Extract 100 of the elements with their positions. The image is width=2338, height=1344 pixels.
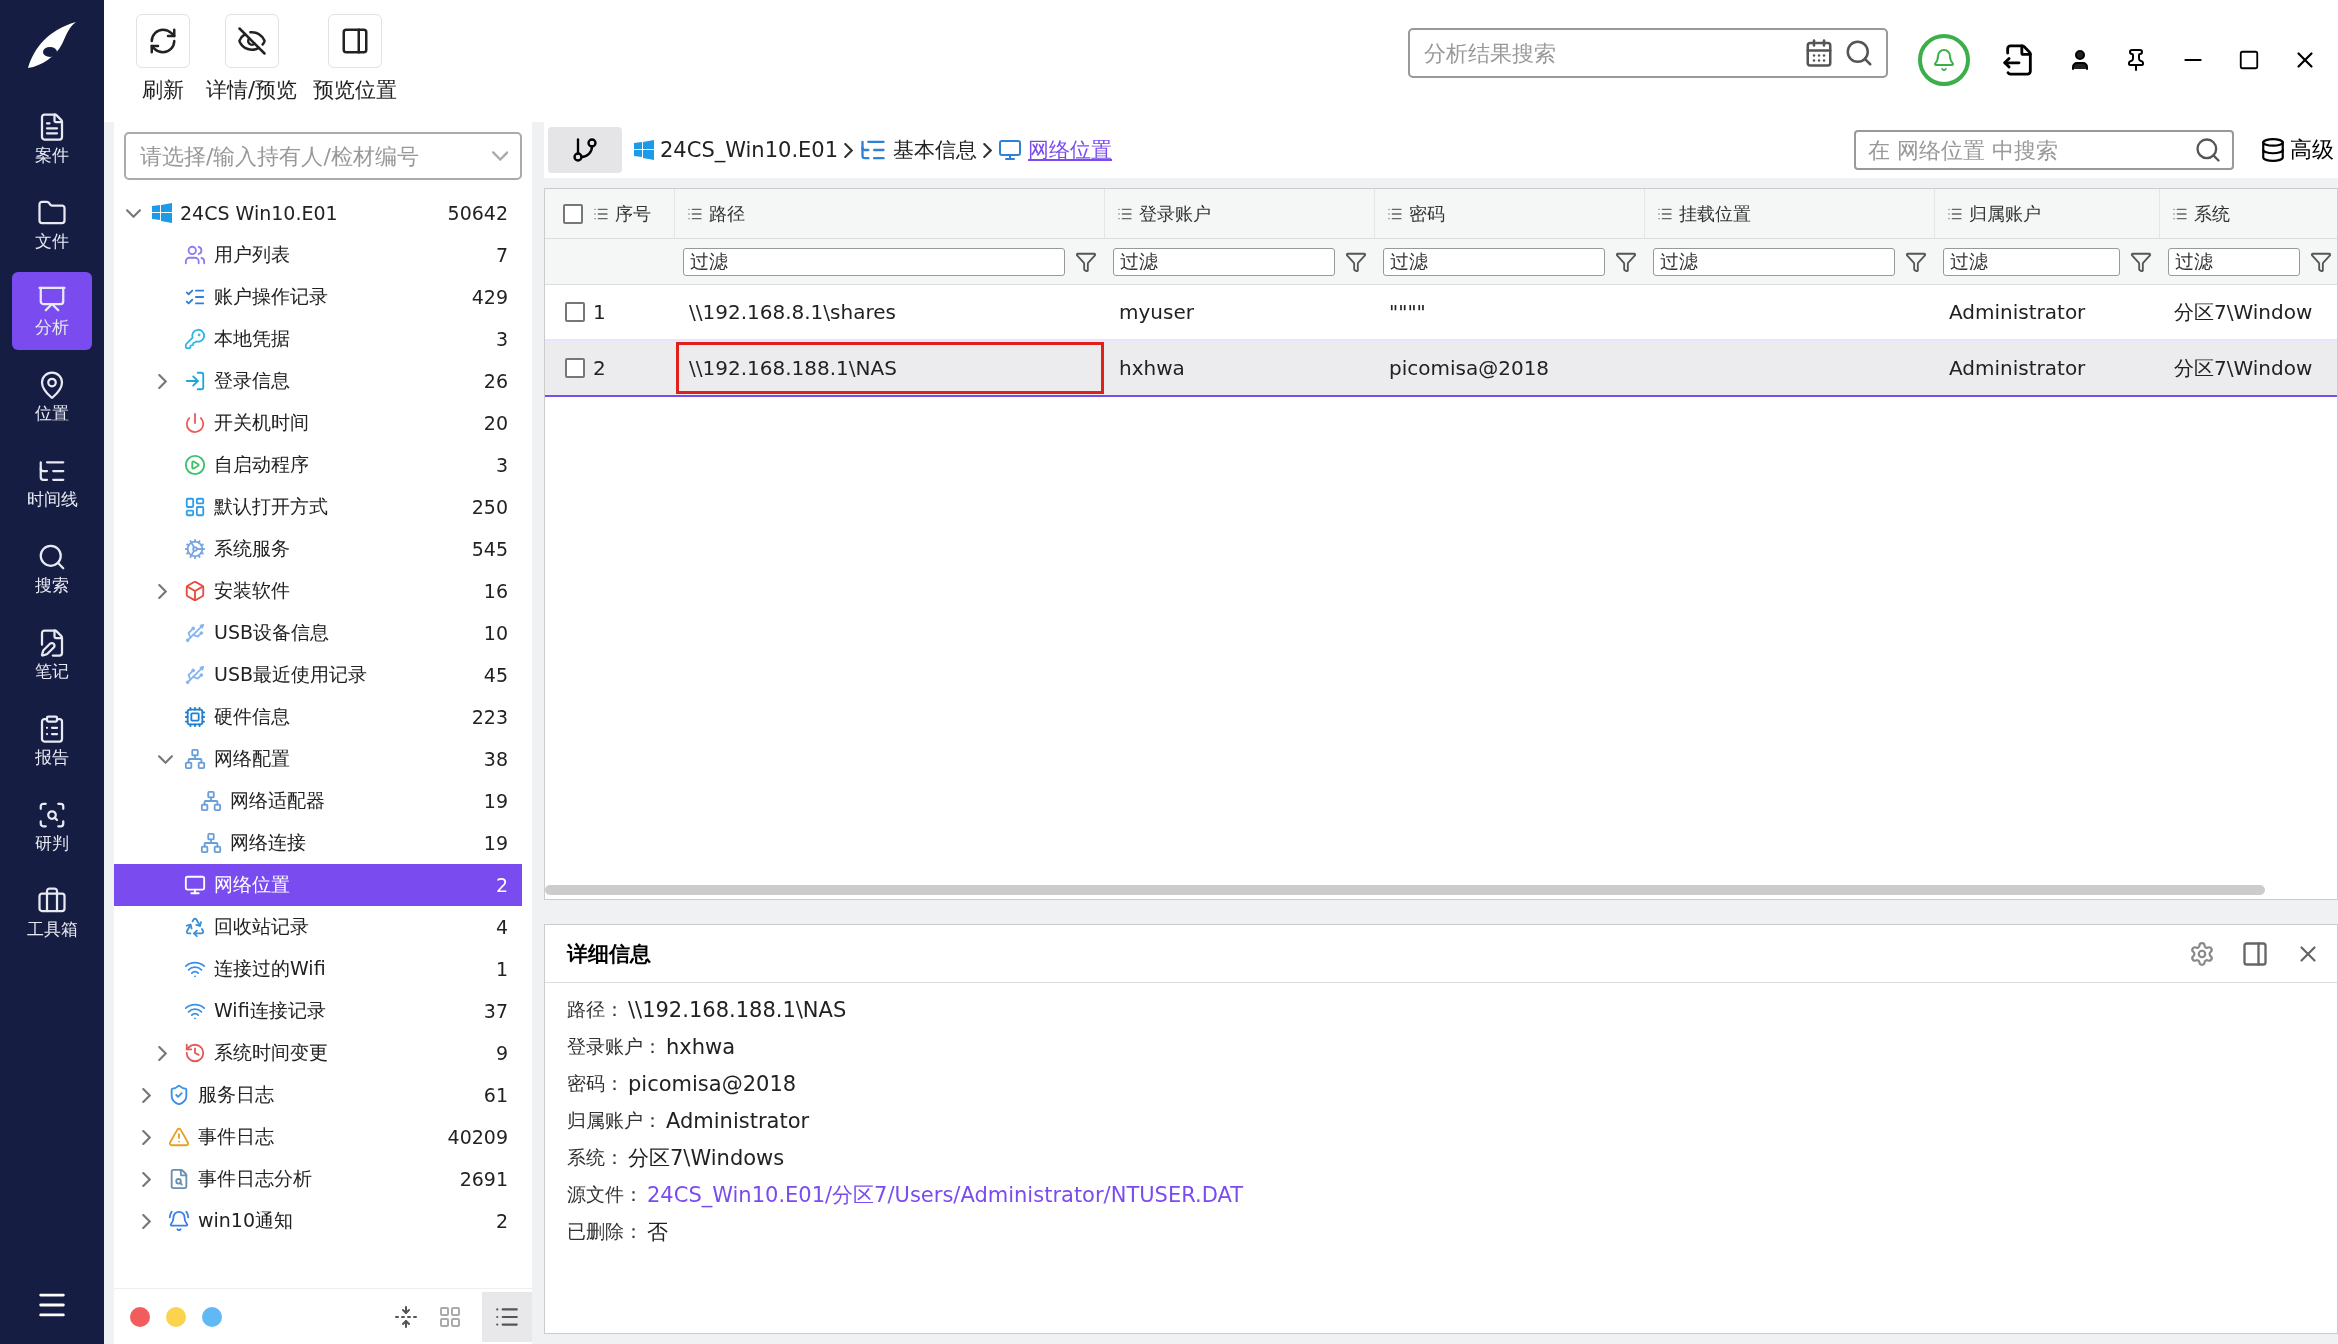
search-icon[interactable]	[1844, 38, 1874, 68]
table-search-field[interactable]: 在 网络位置 中搜索	[1866, 136, 2194, 164]
nav-item[interactable]: 研判	[12, 788, 92, 866]
tree-item[interactable]: 服务日志 61	[114, 1074, 522, 1116]
column-header[interactable]: 密码	[1375, 189, 1645, 238]
table-cell-text: myuser	[1118, 299, 1195, 326]
color-filter-dot[interactable]	[202, 1306, 222, 1327]
chevron-right-icon[interactable]	[142, 1171, 151, 1187]
maximize-icon[interactable]	[2238, 49, 2260, 71]
column-header[interactable]: 归属账户	[1935, 189, 2160, 238]
panel-icon[interactable]	[2241, 939, 2269, 968]
tree-item[interactable]: 账户操作记录 429	[114, 276, 522, 318]
search-field[interactable]: 分析结果搜索	[1422, 39, 1794, 67]
filter-icon[interactable]	[1075, 250, 1097, 273]
tree-item[interactable]: 安装软件 16	[114, 570, 522, 612]
field-label: 路径：	[567, 996, 624, 1022]
branch-button[interactable]	[548, 127, 622, 173]
color-filter-dot[interactable]	[130, 1306, 150, 1327]
advanced-search-button[interactable]: 高级	[2260, 135, 2334, 165]
filter-icon[interactable]	[1905, 250, 1927, 273]
chevron-down-icon[interactable]	[126, 208, 141, 218]
item-icon	[184, 244, 206, 266]
tree-item[interactable]: 网络配置 38	[114, 738, 522, 780]
tree-item[interactable]: 事件日志分析 2691	[114, 1158, 522, 1200]
tree-item[interactable]: 事件日志 40209	[114, 1116, 522, 1158]
nav-item[interactable]: 笔记	[12, 616, 92, 694]
tree-item[interactable]: 连接过的Wifi 1	[114, 948, 522, 990]
nav-item[interactable]: 分析	[12, 272, 92, 350]
toolbar-icon	[148, 26, 178, 56]
tree-item[interactable]: 自启动程序 3	[114, 444, 522, 486]
chevron-right-icon[interactable]	[142, 1087, 151, 1103]
chevron-right-icon[interactable]	[158, 1045, 167, 1061]
scrollbar[interactable]	[545, 885, 2265, 895]
color-filter-dot[interactable]	[166, 1306, 186, 1327]
chevron-right-icon[interactable]	[158, 583, 167, 599]
tree-item[interactable]: 开关机时间 20	[114, 402, 522, 444]
tree-item[interactable]: 网络适配器 19	[114, 780, 522, 822]
table-row[interactable]: 2 \\192.168.188.1\NAS hxhwa picomisa@2018 Administrator 分区7\Window	[545, 341, 2337, 397]
chevron-right-icon[interactable]	[158, 373, 167, 389]
tree-item[interactable]: 用户列表 7	[114, 234, 522, 276]
tree-item[interactable]: 本地凭据 3	[114, 318, 522, 360]
toolbar-button[interactable]: 预览位置	[313, 14, 398, 104]
filter-icon[interactable]	[1345, 250, 1367, 273]
chevron-right-icon[interactable]	[142, 1213, 151, 1229]
search-icon[interactable]	[2194, 136, 2222, 164]
breadcrumb-link[interactable]: 基本信息	[893, 136, 978, 164]
nav-item[interactable]: 时间线	[12, 444, 92, 522]
tree-item[interactable]: 系统服务 545	[114, 528, 522, 570]
settings-icon[interactable]	[2189, 940, 2215, 967]
list-view-button[interactable]	[482, 1291, 532, 1342]
filter-icon[interactable]	[2130, 250, 2152, 273]
nav-item[interactable]: 位置	[12, 358, 92, 436]
chevron-right-icon[interactable]	[142, 1129, 151, 1145]
column-header[interactable]: 系统	[2160, 189, 2337, 238]
bell-button[interactable]	[1918, 34, 1970, 86]
column-header[interactable]: 路径	[675, 189, 1105, 238]
nav-item[interactable]: 工具箱	[12, 874, 92, 952]
row-checkbox[interactable]	[565, 302, 585, 322]
column-header[interactable]: 登录账户	[1105, 189, 1375, 238]
table-cell-text: Administrator	[1948, 299, 2087, 326]
filter-field[interactable]: 过滤	[1653, 247, 1895, 276]
breadcrumb-link[interactable]: 网络位置	[1028, 136, 1113, 164]
tree-item[interactable]: 默认打开方式 250	[114, 486, 522, 528]
field-label: 登录账户：	[567, 1033, 662, 1059]
column-header[interactable]: 序号	[545, 189, 675, 238]
filter-icon[interactable]	[2310, 250, 2332, 273]
search-box[interactable]: 分析结果搜索	[1408, 28, 1888, 78]
nav-item[interactable]: 案件	[12, 100, 92, 178]
filter-icon[interactable]	[1615, 250, 1637, 273]
tree-item[interactable]: USB设备信息 10	[114, 612, 522, 654]
tree-item[interactable]: 系统时间变更 9	[114, 1032, 522, 1074]
item-icon	[168, 1126, 190, 1148]
nav-item[interactable]: 搜索	[12, 530, 92, 608]
filter-field[interactable]: 过滤	[1113, 247, 1335, 276]
chevron-down-icon[interactable]	[158, 754, 173, 764]
nav-item[interactable]: 报告	[12, 702, 92, 780]
toolbar-button[interactable]: 详情/预览	[206, 14, 298, 104]
source-file-link[interactable]: 24CS_Win10.E01/分区7/Users/Administrator/NTUSER.DAT	[647, 1180, 1244, 1209]
breadcrumb-link[interactable]: 24CS_Win10.E01	[660, 138, 839, 162]
tree-item[interactable]: 回收站记录 4	[114, 906, 522, 948]
tree-item[interactable]: 网络连接 19	[114, 822, 522, 864]
tree-item[interactable]: win10通知 2	[114, 1200, 522, 1242]
column-header[interactable]: 挂载位置	[1645, 189, 1935, 238]
calendar-icon[interactable]	[1804, 38, 1834, 68]
row-checkbox[interactable]	[565, 358, 585, 378]
filter-field[interactable]: 过滤	[1383, 247, 1605, 276]
nav-item[interactable]: 文件	[12, 186, 92, 264]
case-select[interactable]: 请选择/输入持有人/检材编号	[124, 132, 522, 180]
tree-item[interactable]: USB最近使用记录 45	[114, 654, 522, 696]
tree-item[interactable]: 登录信息 26	[114, 360, 522, 402]
tree-item[interactable]: 硬件信息 223	[114, 696, 522, 738]
filter-field[interactable]: 过滤	[1943, 247, 2120, 276]
filter-field[interactable]: 过滤	[683, 247, 1065, 276]
tree-item[interactable]: Wifi连接记录 37	[114, 990, 522, 1032]
table-search-box[interactable]: 在 网络位置 中搜索	[1854, 130, 2234, 170]
collapse-icon[interactable]	[394, 1304, 418, 1329]
chevron-right-icon	[844, 142, 854, 158]
filter-field[interactable]: 过滤	[2168, 247, 2300, 276]
tree-item[interactable]: 网络位置 2	[114, 864, 522, 906]
tree-item[interactable]: 24CS Win10.E01 50642	[114, 192, 522, 234]
